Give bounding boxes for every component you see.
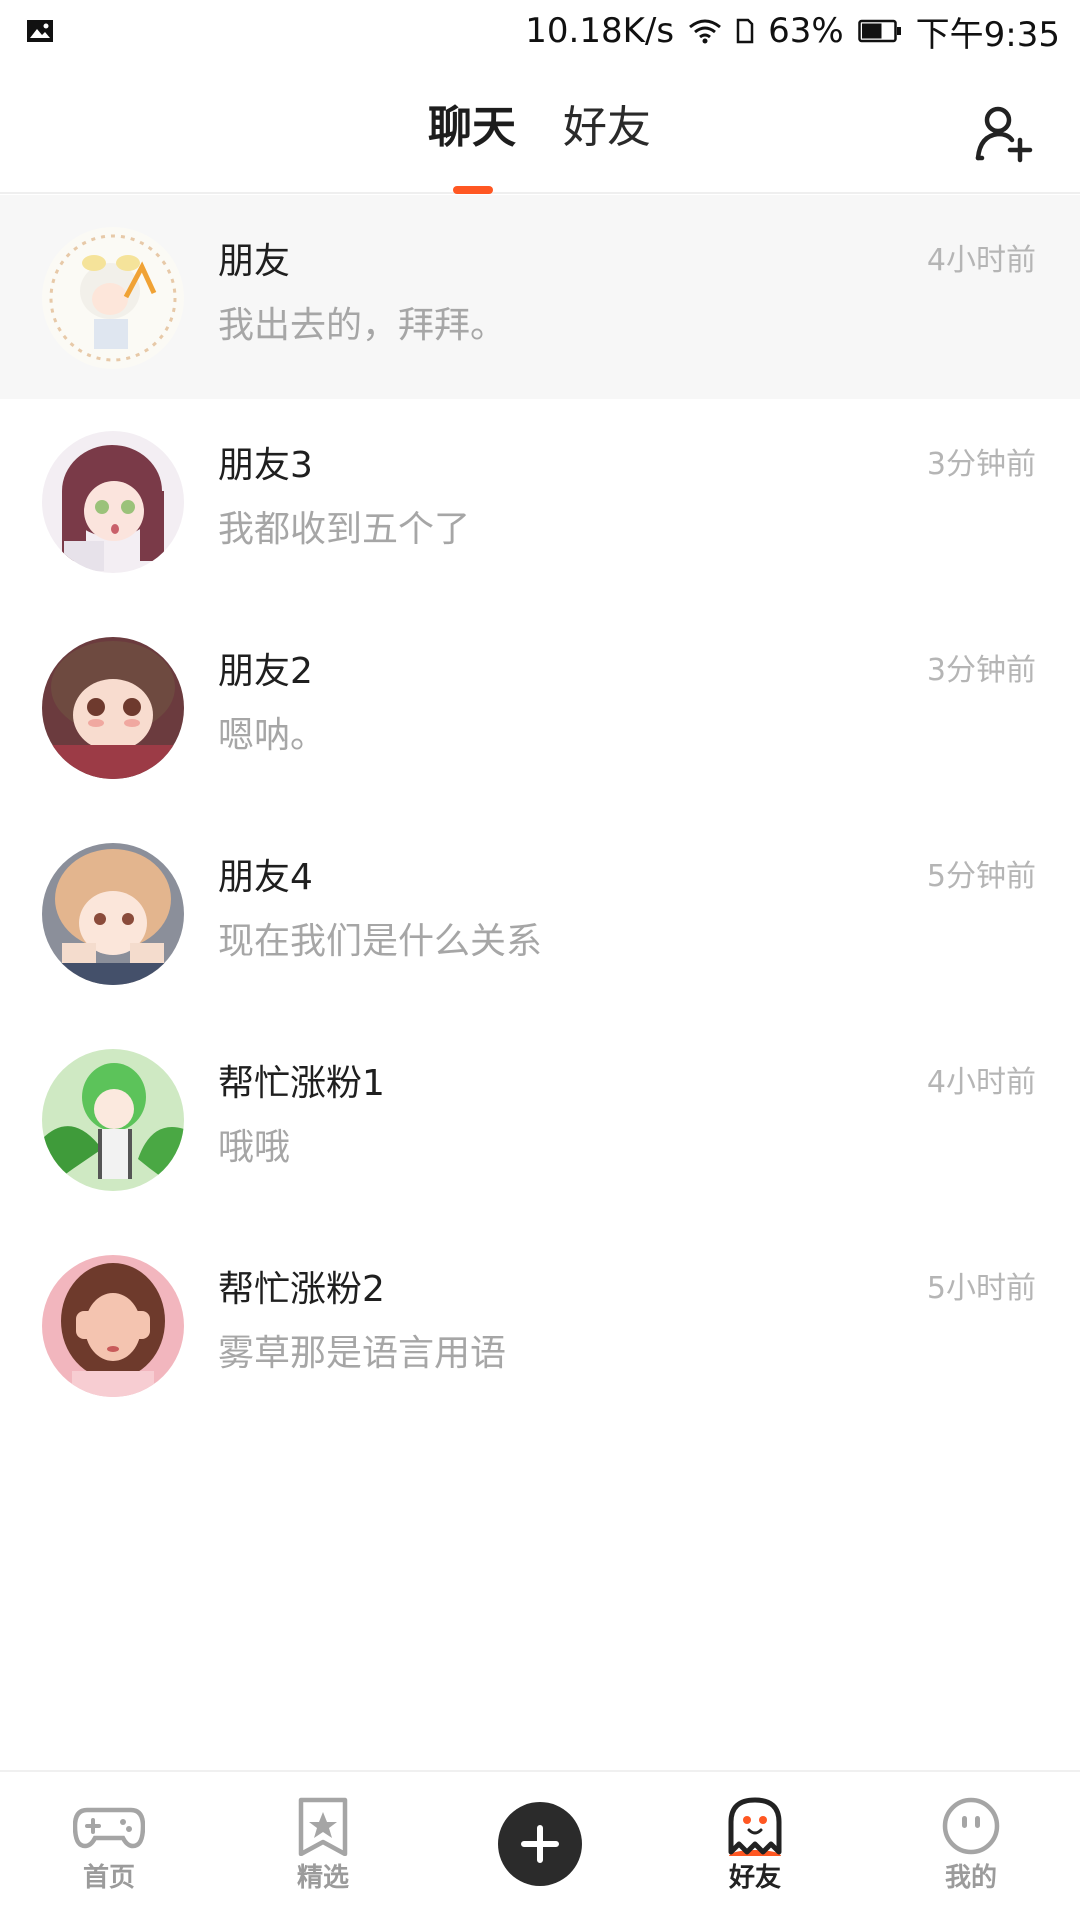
network-speed: 10.18K/s — [525, 11, 675, 51]
nav-label: 首页 — [82, 1863, 135, 1893]
nav-label: 好友 — [728, 1863, 781, 1893]
nav-me[interactable]: 我的 — [896, 1772, 1046, 1920]
avatar[interactable] — [42, 431, 184, 573]
battery-percent: 63% — [768, 11, 844, 51]
chat-list-item[interactable]: 朋友 我出去的，拜拜。 4小时前 — [0, 195, 1080, 399]
chat-time: 3分钟前 — [926, 653, 1036, 688]
avatar[interactable] — [42, 227, 184, 369]
chat-last-message: 我都收到五个了 — [218, 509, 471, 550]
chat-last-message: 雾草那是语言用语 — [218, 1333, 507, 1374]
chat-list-item[interactable]: 帮忙涨粉2 雾草那是语言用语 5小时前 — [0, 1223, 1080, 1429]
sim-icon — [736, 18, 754, 44]
chat-time: 4小时前 — [926, 243, 1036, 278]
top-header: 聊天 好友 — [0, 62, 1080, 194]
active-tab-indicator — [453, 186, 493, 194]
nav-home[interactable]: 首页 — [34, 1772, 184, 1920]
chat-name: 帮忙涨粉2 — [218, 1269, 385, 1310]
chat-time: 5分钟前 — [926, 859, 1036, 894]
chat-name: 朋友2 — [218, 651, 313, 692]
chat-name: 朋友3 — [218, 445, 313, 486]
tab-friends[interactable]: 好友 — [563, 100, 651, 156]
status-left — [26, 19, 54, 43]
battery-icon — [857, 19, 901, 43]
chat-name: 朋友 — [218, 241, 291, 282]
status-bar: 10.18K/s 63% 下午9:35 — [0, 0, 1080, 62]
chat-list: 朋友 我出去的，拜拜。 4小时前 朋友3 我都收到五个了 3分钟前 朋友2 嗯呐… — [0, 195, 1080, 1429]
chat-list-item[interactable]: 朋友4 现在我们是什么关系 5分钟前 — [0, 811, 1080, 1017]
chat-name: 帮忙涨粉1 — [218, 1063, 385, 1104]
face-icon — [942, 1797, 1000, 1855]
nav-label: 精选 — [296, 1863, 349, 1893]
chat-last-message: 哦哦 — [218, 1127, 291, 1168]
avatar[interactable] — [42, 1049, 184, 1191]
tab-chat[interactable]: 聊天 — [428, 100, 516, 156]
plus-icon — [521, 1825, 559, 1863]
avatar[interactable] — [42, 637, 184, 779]
chat-last-message: 现在我们是什么关系 — [218, 921, 543, 962]
gamepad-icon — [73, 1807, 145, 1849]
avatar[interactable] — [42, 1255, 184, 1397]
chat-list-item[interactable]: 帮忙涨粉1 哦哦 4小时前 — [0, 1017, 1080, 1223]
nav-label: 我的 — [944, 1863, 997, 1893]
wifi-icon — [689, 19, 721, 44]
status-right: 10.18K/s 63% 下午9:35 — [525, 7, 1060, 56]
nav-friends[interactable]: 好友 — [680, 1772, 830, 1920]
chat-time: 3分钟前 — [926, 447, 1036, 482]
star-bookmark-icon — [298, 1797, 348, 1856]
image-notification-icon — [27, 20, 53, 42]
ghost-icon — [728, 1797, 782, 1856]
nav-featured[interactable]: 精选 — [248, 1772, 398, 1920]
avatar[interactable] — [42, 843, 184, 985]
bottom-navigation: 首页 精选 好友 我的 — [0, 1770, 1080, 1920]
chat-list-item[interactable]: 朋友2 嗯呐。 3分钟前 — [0, 605, 1080, 811]
chat-time: 5小时前 — [926, 1271, 1036, 1306]
chat-last-message: 嗯呐。 — [218, 715, 327, 756]
add-friend-icon[interactable] — [974, 102, 1036, 164]
chat-list-item[interactable]: 朋友3 我都收到五个了 3分钟前 — [0, 399, 1080, 605]
chat-name: 朋友4 — [218, 857, 313, 898]
create-post-button[interactable] — [498, 1802, 582, 1886]
chat-last-message: 我出去的，拜拜。 — [218, 305, 507, 346]
chat-time: 4小时前 — [926, 1065, 1036, 1100]
clock: 下午9:35 — [915, 14, 1060, 55]
